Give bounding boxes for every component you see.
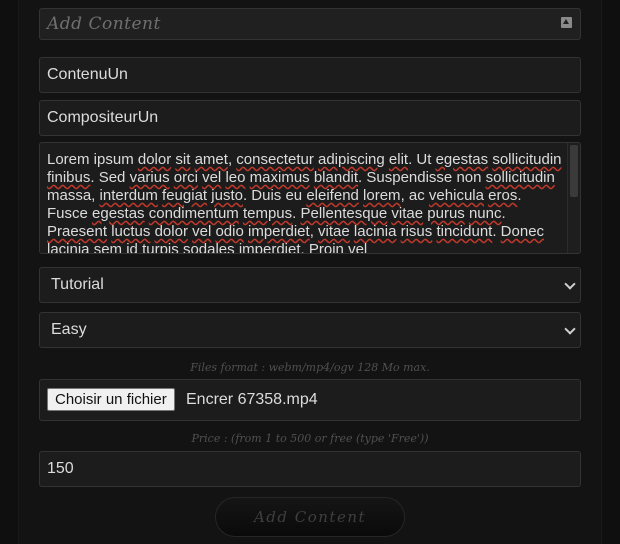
price-value: 150 (47, 460, 74, 477)
spellcheck-word: sollicitudin (492, 151, 562, 168)
spellcheck-word: lorem (363, 187, 401, 204)
chevron-down-icon (564, 323, 576, 335)
content-name-input[interactable]: ContenuUn (39, 57, 581, 93)
spellcheck-word: orci (173, 169, 198, 186)
spellcheck-word: vehicula (428, 187, 484, 204)
form-header[interactable]: Add Content (39, 8, 581, 40)
composer-name-value: CompositeurUn (47, 109, 159, 126)
spellcheck-word: sollicitudin (485, 169, 555, 186)
spellcheck-word: adipiscing (318, 151, 385, 168)
spellcheck-word: sit (175, 151, 191, 168)
spellcheck-word: vel (192, 223, 212, 240)
scrollbar-thumb[interactable] (570, 145, 578, 197)
spellcheck-word: Proin (308, 241, 344, 254)
spellcheck-word: vitae (391, 205, 424, 222)
spellcheck-word: tempus (242, 205, 293, 222)
price-input[interactable]: 150 (39, 451, 581, 487)
spellcheck-word: imperdiet (238, 241, 301, 254)
spellcheck-word: Donec (500, 223, 545, 240)
spellcheck-word: condimentum (148, 205, 239, 222)
spellcheck-word: amet (194, 151, 228, 168)
spellcheck-word: egestas (435, 151, 489, 168)
category-selected-value: Tutorial (51, 276, 104, 293)
spellcheck-word: Praesent (47, 223, 108, 240)
spellcheck-word: lacinia (353, 223, 397, 240)
choose-file-button[interactable]: Choisir un fichier (47, 388, 175, 411)
textarea-scrollbar[interactable] (567, 143, 580, 253)
spellcheck-word: justo (211, 187, 243, 204)
composer-name-input[interactable]: CompositeurUn (39, 100, 581, 136)
spellcheck-word: dolor (137, 151, 172, 168)
spellcheck-word: vel (202, 169, 222, 186)
spellcheck-word: elit (388, 151, 409, 168)
spellcheck-word: vitae (318, 223, 350, 240)
spellcheck-word: feugiat (162, 187, 208, 204)
spellcheck-word: purus (427, 205, 465, 222)
chevron-down-icon (564, 278, 576, 290)
spellcheck-word: maximus (249, 169, 310, 186)
spellcheck-word: Pellentesque (300, 205, 388, 222)
spellcheck-word: eleifend (306, 187, 359, 204)
spellcheck-word: dolor (154, 223, 188, 240)
spellcheck-word: lacinia (47, 241, 90, 254)
description-text: Lorem ipsum dolor sit amet, consectetur … (47, 151, 562, 254)
spellcheck-word: id (126, 241, 138, 254)
form-header-title: Add Content (47, 14, 161, 34)
content-name-value: ContenuUn (47, 66, 128, 83)
spellcheck-word: varius (129, 169, 170, 186)
spellcheck-word: tincidunt (436, 223, 493, 240)
difficulty-select[interactable]: Easy (39, 312, 581, 348)
spellcheck-word: luctus (111, 223, 151, 240)
spellcheck-word: vel (348, 241, 368, 254)
spellcheck-word: interdum (99, 187, 158, 204)
spellcheck-word: sodales (182, 241, 235, 254)
category-select[interactable]: Tutorial (39, 267, 581, 303)
difficulty-selected-value: Easy (51, 321, 87, 338)
spellcheck-word: nunc (468, 205, 502, 222)
spellcheck-word: consectetur (236, 151, 314, 168)
spellcheck-word: leo (225, 169, 246, 186)
spellcheck-word: finibus (47, 169, 91, 186)
price-hint: Price : (from 1 to 500 or free (type 'Fr… (191, 432, 429, 445)
spellcheck-word: blandit (313, 169, 359, 186)
spellcheck-word: turpis (142, 241, 179, 254)
spellcheck-word: sem (93, 241, 123, 254)
collapse-up-icon[interactable] (561, 17, 572, 28)
file-input[interactable]: Choisir un fichier Encrer 67358.mp4 (39, 379, 581, 421)
selected-file-name: Encrer 67358.mp4 (186, 391, 318, 408)
file-format-hint: Files format : webm/mp4/ogv 128 Mo max. (190, 361, 430, 374)
spellcheck-word: risus (400, 223, 433, 240)
spellcheck-word: imperdiet (248, 223, 310, 240)
spellcheck-word: egestas (92, 205, 145, 222)
spellcheck-word: eros (488, 187, 518, 204)
spellcheck-word: odio (215, 223, 244, 240)
description-textarea[interactable]: Lorem ipsum dolor sit amet, consectetur … (39, 142, 581, 254)
add-content-button[interactable]: Add Content (215, 497, 405, 537)
